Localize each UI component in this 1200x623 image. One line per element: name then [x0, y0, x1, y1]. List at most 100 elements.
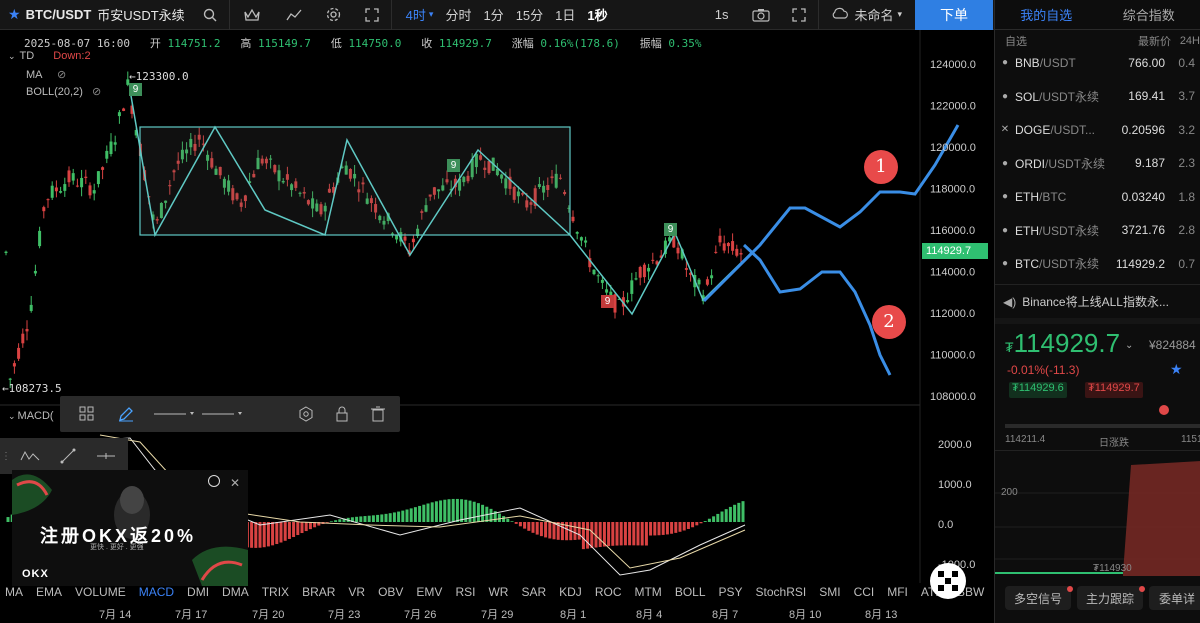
high-label: 高 [240, 37, 252, 50]
indicator-tab-stochrsi[interactable]: StochRSI [756, 585, 807, 599]
range-marker [1159, 405, 1169, 415]
pen-icon[interactable] [108, 396, 144, 432]
indicator-tab-macd[interactable]: MACD [139, 585, 174, 599]
collapse-icon[interactable]: ⌄ [8, 51, 16, 61]
candle [647, 263, 651, 280]
macd-bar [422, 504, 426, 522]
macd-bar [443, 499, 447, 522]
macd-bar [733, 504, 737, 522]
drag-handle-icon[interactable]: ⋮ [0, 438, 12, 474]
wave-icon[interactable] [12, 438, 48, 474]
tether-symbol: ₮ [1005, 339, 1014, 355]
horizontal-line-icon[interactable] [88, 438, 124, 474]
boll-indicator[interactable]: BOLL(20,2) ⊘ [26, 85, 101, 98]
tab-watchlist[interactable]: 我的自选 [995, 0, 1098, 29]
line-color-select[interactable] [154, 396, 198, 432]
indicator-tab-roc[interactable]: ROC [595, 585, 622, 599]
watchlist-row[interactable]: ● ORDI/USDT永续 9.187 2.3 [995, 147, 1200, 181]
expand-icon[interactable] [780, 0, 818, 30]
trash-icon[interactable] [360, 396, 396, 432]
indicator-tab-volume[interactable]: VOLUME [75, 585, 126, 599]
tab-index[interactable]: 综合指数 [1098, 0, 1200, 29]
indicator-tab-ema[interactable]: EMA [36, 585, 62, 599]
candle [101, 166, 105, 180]
timeframe-1d[interactable]: 1日 [549, 0, 581, 30]
interval-label[interactable]: 1s [709, 0, 743, 30]
star-icon[interactable]: ★ [8, 6, 21, 23]
indicator-tab-rsi[interactable]: RSI [455, 585, 475, 599]
macd-indicator[interactable]: ⌄ MACD( [8, 410, 54, 422]
eye-hidden-icon[interactable]: ⊘ [92, 86, 101, 98]
watchlist-row[interactable]: ● BTC/USDT永续 114929.2 0.7 [995, 247, 1200, 281]
eye-hidden-icon[interactable]: ⊘ [57, 69, 66, 81]
timeframe-15m[interactable]: 15分 [510, 0, 549, 30]
price-tick: 108000.0 [930, 391, 976, 403]
indicator-tab-dmi[interactable]: DMI [187, 585, 209, 599]
price-tick: 120000.0 [930, 142, 976, 154]
trend-line-icon[interactable] [48, 438, 88, 474]
indicator-tab-sar[interactable]: SAR [521, 585, 546, 599]
news-ticker[interactable]: ◀) Binance将上线ALL指数永... [995, 284, 1200, 324]
indicator-tab-boll[interactable]: BOLL [675, 585, 706, 599]
watchlist-row[interactable]: ● SOL/USDT永续 169.41 3.7 [995, 80, 1200, 114]
line-style-select[interactable] [202, 396, 246, 432]
indicator-tab-vr[interactable]: VR [348, 585, 365, 599]
symbol-selector[interactable]: ★ BTC/USDT 币安USDT永续 [0, 0, 191, 30]
indicator-tab-cci[interactable]: CCI [854, 585, 875, 599]
indicator-tab-mfi[interactable]: MFI [887, 585, 908, 599]
price-tick: 122000.0 [930, 101, 976, 113]
fullscreen-icon[interactable] [353, 0, 391, 30]
chevron-down-icon[interactable]: ⌄ [1125, 340, 1133, 351]
indicator-tab-trix[interactable]: TRIX [262, 585, 289, 599]
indicator-tab-psy[interactable]: PSY [719, 585, 743, 599]
macd-bar [329, 521, 333, 522]
indicator-tab-mtm[interactable]: MTM [634, 585, 661, 599]
grid-icon[interactable] [70, 396, 104, 432]
timeframe-tick[interactable]: 分时 [439, 0, 477, 30]
collapse-icon[interactable]: ⌄ [8, 411, 16, 421]
indicator-tab-emv[interactable]: EMV [416, 585, 442, 599]
macd-bar [338, 519, 342, 522]
gear-icon[interactable] [314, 0, 353, 30]
timeframe-1s[interactable]: 1秒 [581, 0, 613, 30]
watchlist-row[interactable]: ● BNB/USDT 766.00 0.4 [995, 46, 1200, 80]
indicator-tab-ma[interactable]: MA [5, 585, 23, 599]
ad-close-icon[interactable]: ✕ [230, 476, 240, 490]
indicator-tab-smi[interactable]: SMI [819, 585, 840, 599]
candle [105, 145, 109, 164]
timeframe-1m[interactable]: 1分 [477, 0, 509, 30]
macd-label: MACD( [17, 410, 54, 422]
order-detail-button[interactable]: 委单详 [1149, 586, 1200, 610]
bid-chip: ₮114929.6 [1009, 382, 1067, 398]
settings-icon[interactable] [288, 396, 324, 432]
indicator-tab-dma[interactable]: DMA [222, 585, 249, 599]
okx-ad-banner[interactable]: ✕ 注册OKX返20% 更快 . 更好 . 更强 OKX [12, 470, 248, 586]
app-floating-icon[interactable] [930, 563, 966, 599]
td-indicator[interactable]: ⌄ TD Down:2 [8, 50, 91, 62]
macd-bar [527, 522, 531, 531]
macd-bar [334, 520, 338, 522]
place-order-button[interactable]: 下单 [915, 0, 993, 30]
macd-bar [376, 514, 380, 522]
timeframe-4h[interactable]: 4时 ▾ [392, 0, 440, 30]
watchlist-row[interactable]: ✕ DOGE/USDT... 0.20596 3.2 [995, 113, 1200, 147]
layout-name: 未命名 [854, 8, 894, 23]
main-force-button[interactable]: 主力跟踪 [1077, 586, 1143, 610]
macd-tick: 1000.0 [938, 479, 972, 491]
ma-indicator[interactable]: MA ⊘ [26, 68, 66, 81]
macd-bar [628, 522, 632, 546]
watchlist-row[interactable]: ● ETH/USDT永续 3721.76 2.8 [995, 214, 1200, 248]
right-panel: 我的自选 综合指数 自选 最新价 24H ● BNB/USDT 766.00 0… [994, 0, 1200, 623]
lock-icon[interactable] [324, 396, 360, 432]
indicator-tab-kdj[interactable]: KDJ [559, 585, 582, 599]
camera-icon[interactable] [742, 0, 780, 30]
indicator-tab-wr[interactable]: WR [488, 585, 508, 599]
crown-icon[interactable] [230, 0, 274, 30]
long-short-signal-button[interactable]: 多空信号 [1005, 586, 1071, 610]
chart-type-icon[interactable] [274, 0, 314, 30]
favorite-star-icon[interactable]: ★ [1170, 361, 1183, 378]
watchlist-row[interactable]: ● ETH/BTC 0.03240 1.8 [995, 180, 1200, 214]
indicator-tab-obv[interactable]: OBV [378, 585, 403, 599]
search-icon[interactable] [191, 0, 229, 30]
indicator-tab-brar[interactable]: BRAR [302, 585, 335, 599]
